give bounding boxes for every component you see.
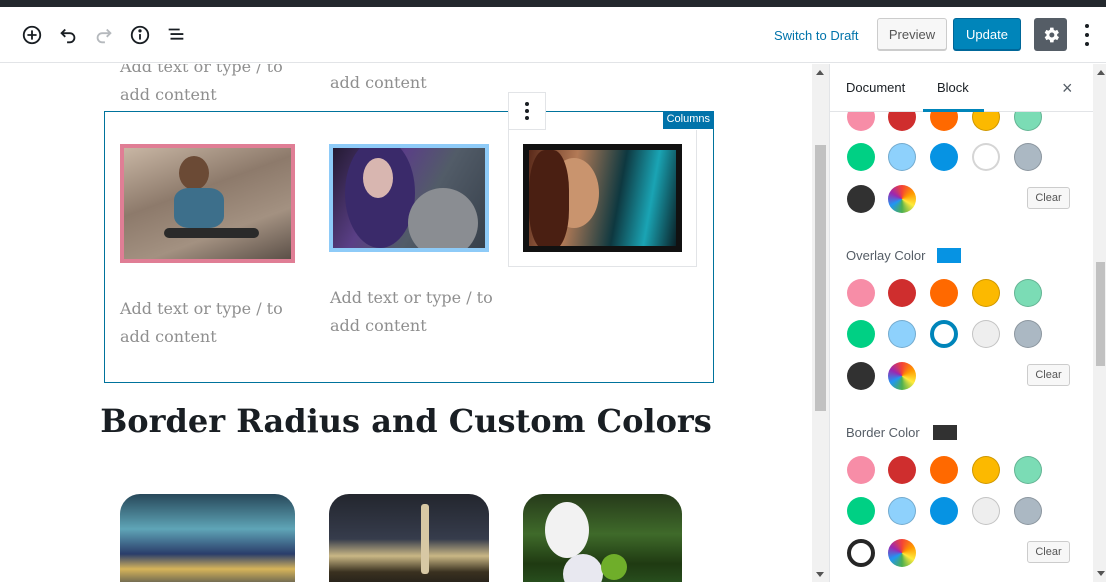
color-swatch[interactable] xyxy=(972,320,1000,348)
gear-icon xyxy=(1044,27,1059,42)
switch-to-draft-link[interactable]: Switch to Draft xyxy=(774,28,859,43)
canvas-scroll-thumb[interactable] xyxy=(815,145,826,411)
custom-color-picker-button[interactable] xyxy=(888,185,916,213)
outline-icon[interactable] xyxy=(164,23,188,47)
preview-button[interactable]: Preview xyxy=(877,18,947,50)
cockatoo-parrot-image[interactable] xyxy=(523,494,682,582)
tab-block[interactable]: Block xyxy=(937,80,969,95)
editor-canvas: Add text or type / to add content add co… xyxy=(0,64,812,582)
clear-color-button[interactable]: Clear xyxy=(1027,364,1070,386)
current-color-indicator xyxy=(933,425,957,440)
block-type-label: Columns xyxy=(662,111,714,129)
sidebar-scroll-up-icon[interactable] xyxy=(1097,70,1105,75)
color-swatch[interactable] xyxy=(847,185,875,213)
block-settings-menu[interactable] xyxy=(508,92,546,130)
section-heading[interactable]: Border Radius and Custom Colors xyxy=(0,402,812,440)
redo-icon[interactable] xyxy=(92,23,116,47)
color-swatch[interactable] xyxy=(888,456,916,484)
statue-of-liberty-night-image[interactable] xyxy=(329,494,489,582)
color-swatch[interactable] xyxy=(847,320,875,348)
color-swatch[interactable] xyxy=(930,143,958,171)
update-button[interactable]: Update xyxy=(953,18,1021,50)
tab-document[interactable]: Document xyxy=(846,80,905,95)
settings-sidebar: Document Block × Clear Overlay Color Clear… xyxy=(829,64,1106,582)
current-color-indicator xyxy=(937,248,961,263)
color-setting-label: Border Color xyxy=(846,425,920,440)
undo-icon[interactable] xyxy=(56,23,80,47)
color-swatch[interactable] xyxy=(847,539,875,567)
color-swatch[interactable] xyxy=(888,279,916,307)
sidebar-scroll-down-icon[interactable] xyxy=(1097,571,1105,576)
color-swatch[interactable] xyxy=(1014,456,1042,484)
portrait-woman-image[interactable] xyxy=(523,144,682,252)
clear-color-button[interactable]: Clear xyxy=(1027,541,1070,563)
purple-hair-woman-image[interactable] xyxy=(329,144,489,252)
custom-color-picker-button[interactable] xyxy=(888,362,916,390)
color-swatch[interactable] xyxy=(847,497,875,525)
sidebar-tabs: Document Block × xyxy=(830,64,1093,112)
scroll-up-arrow-icon[interactable] xyxy=(816,70,824,75)
more-menu-icon[interactable] xyxy=(1078,22,1096,48)
settings-button[interactable] xyxy=(1034,18,1067,51)
color-swatch[interactable] xyxy=(847,362,875,390)
close-icon[interactable]: × xyxy=(1062,78,1073,99)
paragraph-placeholder[interactable]: add content xyxy=(330,69,500,97)
editor-header: Switch to Draft Preview Update xyxy=(0,7,1106,63)
color-swatch[interactable] xyxy=(888,497,916,525)
paragraph-placeholder[interactable]: Add text or type / to add content xyxy=(120,64,290,109)
color-swatch[interactable] xyxy=(972,143,1000,171)
color-swatch[interactable] xyxy=(888,143,916,171)
city-canal-image[interactable] xyxy=(120,494,295,582)
scroll-down-arrow-icon[interactable] xyxy=(816,572,824,577)
color-swatch[interactable] xyxy=(1014,320,1042,348)
color-swatch[interactable] xyxy=(847,279,875,307)
color-swatch[interactable] xyxy=(930,456,958,484)
add-block-icon[interactable] xyxy=(20,23,44,47)
skater-girl-image[interactable] xyxy=(120,144,295,263)
color-swatch[interactable] xyxy=(847,143,875,171)
color-swatch[interactable] xyxy=(888,320,916,348)
color-setting-label: Overlay Color xyxy=(846,248,926,263)
color-swatch[interactable] xyxy=(972,456,1000,484)
color-swatch[interactable] xyxy=(1014,279,1042,307)
custom-color-picker-button[interactable] xyxy=(888,539,916,567)
column-paragraph-placeholder[interactable]: Add text or type / to add content xyxy=(330,284,500,340)
color-swatch[interactable] xyxy=(1014,497,1042,525)
sidebar-scroll-thumb[interactable] xyxy=(1096,262,1105,366)
clear-color-button[interactable]: Clear xyxy=(1027,187,1070,209)
column-paragraph-placeholder[interactable]: Add text or type / to add content xyxy=(120,295,290,351)
color-swatch[interactable] xyxy=(847,456,875,484)
color-swatch[interactable] xyxy=(930,497,958,525)
active-tab-indicator xyxy=(923,109,984,112)
color-swatch[interactable] xyxy=(972,279,1000,307)
color-swatch[interactable] xyxy=(1014,143,1042,171)
color-swatch[interactable] xyxy=(930,279,958,307)
color-swatch[interactable] xyxy=(930,320,958,348)
color-swatch[interactable] xyxy=(972,497,1000,525)
admin-bar-strip xyxy=(0,0,1106,7)
info-icon[interactable] xyxy=(128,23,152,47)
